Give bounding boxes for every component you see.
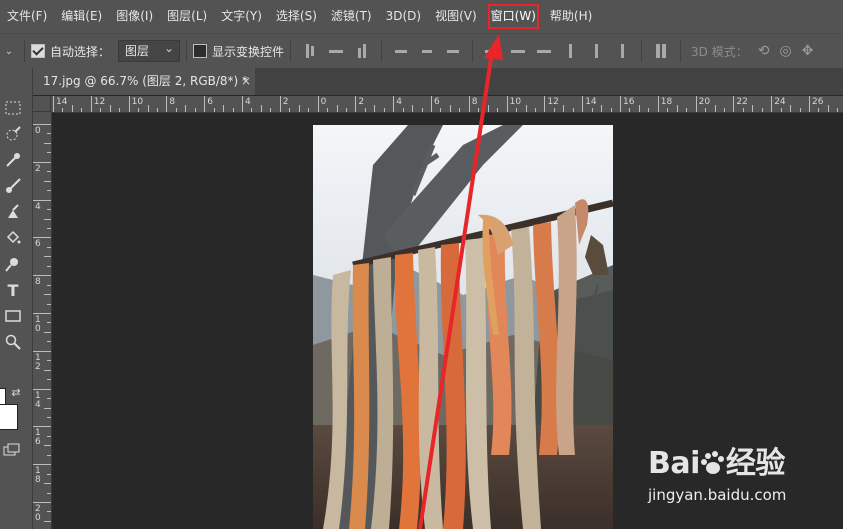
watermark: Bai 经验 jingyan.baidu.com (648, 438, 838, 518)
watermark-url: jingyan.baidu.com (648, 486, 787, 504)
paw-icon (700, 449, 726, 475)
watermark-brand: Bai 经验 (648, 446, 785, 481)
